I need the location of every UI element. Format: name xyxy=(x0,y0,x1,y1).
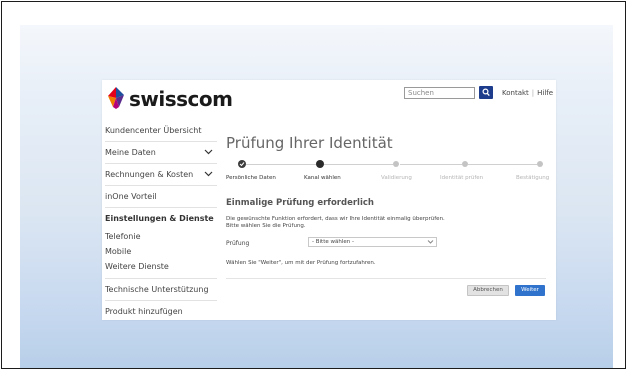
step-4-dot xyxy=(462,161,468,167)
step-3-dot xyxy=(393,161,399,167)
section-title: Einmalige Prüfung erforderlich xyxy=(226,198,374,208)
sidebar-item-inone[interactable]: inOne Vorteil xyxy=(105,186,217,208)
step-2-label: Kanal wählen xyxy=(304,175,341,181)
step-connector xyxy=(400,164,462,165)
hint-text: Wählen Sie "Weiter", um mit der Prüfung … xyxy=(226,260,376,266)
sidebar-item-produkt-hinzufuegen[interactable]: Produkt hinzufügen xyxy=(105,301,217,322)
search-input[interactable]: Suchen xyxy=(404,87,475,99)
sidebar-item-einstellungen[interactable]: Einstellungen & Dienste xyxy=(105,208,217,229)
sidebar-item-weitere-dienste[interactable]: Weitere Dienste xyxy=(105,259,217,279)
search-icon xyxy=(482,88,490,97)
step-5-dot xyxy=(537,161,543,167)
header-links: Kontakt | Hilfe xyxy=(502,89,553,97)
step-3-label: Validierung xyxy=(381,175,412,181)
page-title: Prüfung Ihrer Identität xyxy=(226,134,393,152)
sidebar-item-technische-unterstuetzung[interactable]: Technische Unterstützung xyxy=(105,279,217,301)
pruefung-select[interactable]: - Bitte wählen - xyxy=(308,237,437,247)
contact-link[interactable]: Kontakt xyxy=(502,89,529,97)
pruefung-select-value: - Bitte wählen - xyxy=(312,239,354,245)
checkmark-icon xyxy=(239,162,245,167)
form-divider xyxy=(226,278,546,279)
help-link[interactable]: Hilfe xyxy=(537,89,553,97)
sidebar-item-label: Rechnungen & Kosten xyxy=(105,170,194,179)
swisscom-logo-icon xyxy=(108,87,124,109)
step-1-label: Persönliche Daten xyxy=(226,175,276,181)
cancel-button[interactable]: Abbrechen xyxy=(467,285,509,296)
content-card: swisscom Suchen Kontakt | Hilfe Kundencent… xyxy=(102,80,556,320)
sidebar-item-telefonie[interactable]: Telefonie xyxy=(105,229,217,244)
chevron-down-icon xyxy=(204,171,213,177)
step-2-dot xyxy=(316,160,324,168)
pruefung-label: Prüfung xyxy=(226,240,250,247)
search-button[interactable] xyxy=(479,86,493,99)
sidebar-item-mobile[interactable]: Mobile xyxy=(105,244,217,259)
step-4-label: Identität prüfen xyxy=(440,175,484,181)
description-line-2: Bitte wählen Sie die Prüfung. xyxy=(226,222,306,229)
brand-name: swisscom xyxy=(129,87,233,111)
step-1-dot xyxy=(238,160,246,168)
chevron-down-icon xyxy=(427,240,434,244)
sidebar-item-kundencenter[interactable]: Kundencenter Übersicht xyxy=(105,120,217,142)
step-connector xyxy=(246,164,316,165)
description-line-1: Die gewünschte Funktion erfordert, dass … xyxy=(226,216,445,222)
sidebar-nav: Kundencenter Übersicht Meine Daten Rechn… xyxy=(105,120,217,322)
step-connector xyxy=(468,164,537,165)
step-5-label: Bestätigung xyxy=(516,175,550,181)
step-connector xyxy=(324,164,393,165)
progress-stepper: Persönliche Daten Kanal wählen Validieru… xyxy=(226,160,550,181)
chevron-down-icon xyxy=(204,149,213,155)
screenshot-frame: swisscom Suchen Kontakt | Hilfe Kundencent… xyxy=(1,1,626,369)
sidebar-item-rechnungen[interactable]: Rechnungen & Kosten xyxy=(105,164,217,186)
description-text: Die gewünschte Funktion erfordert, dass … xyxy=(226,216,445,229)
sidebar-item-label: Meine Daten xyxy=(105,148,156,157)
next-button[interactable]: Weiter xyxy=(515,285,545,296)
sidebar-item-meine-daten[interactable]: Meine Daten xyxy=(105,142,217,164)
header-link-separator: | xyxy=(531,89,535,97)
